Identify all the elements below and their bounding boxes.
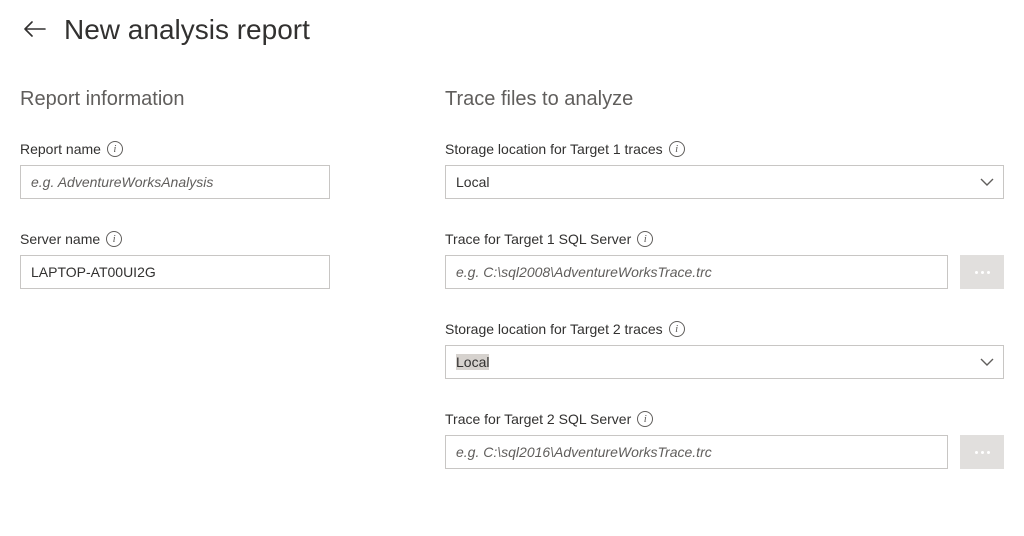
storage-target2-field: Storage location for Target 2 traces i L… <box>445 321 1004 379</box>
trace-files-section: Trace files to analyze Storage location … <box>445 88 1004 501</box>
storage-target2-label-row: Storage location for Target 2 traces i <box>445 321 1004 337</box>
storage-target2-select[interactable]: Local <box>445 345 1004 379</box>
info-icon[interactable]: i <box>107 141 123 157</box>
info-icon[interactable]: i <box>637 411 653 427</box>
section-heading-report-info: Report information <box>20 88 425 111</box>
ellipsis-icon <box>987 451 990 454</box>
trace-target2-label: Trace for Target 2 SQL Server <box>445 411 631 427</box>
server-name-field: Server name i <box>20 231 425 289</box>
ellipsis-icon <box>981 451 984 454</box>
report-name-label: Report name <box>20 141 101 157</box>
info-icon[interactable]: i <box>106 231 122 247</box>
ellipsis-icon <box>975 271 978 274</box>
trace-target2-label-row: Trace for Target 2 SQL Server i <box>445 411 1004 427</box>
trace-target1-label-row: Trace for Target 1 SQL Server i <box>445 231 1004 247</box>
ellipsis-icon <box>975 451 978 454</box>
server-name-label: Server name <box>20 231 100 247</box>
trace-target2-field: Trace for Target 2 SQL Server i <box>445 411 1004 469</box>
storage-target1-select[interactable]: Local <box>445 165 1004 199</box>
report-name-field: Report name i <box>20 141 425 199</box>
browse-button[interactable] <box>960 435 1004 469</box>
info-icon[interactable]: i <box>669 321 685 337</box>
info-icon[interactable]: i <box>669 141 685 157</box>
server-name-input[interactable] <box>20 255 330 289</box>
trace-target1-row <box>445 255 1004 289</box>
trace-target1-input[interactable] <box>445 255 948 289</box>
form-columns: Report information Report name i Server … <box>20 88 1004 501</box>
trace-target2-input[interactable] <box>445 435 948 469</box>
server-name-label-row: Server name i <box>20 231 425 247</box>
trace-target1-label: Trace for Target 1 SQL Server <box>445 231 631 247</box>
section-heading-trace-files: Trace files to analyze <box>445 88 1004 111</box>
storage-target2-label: Storage location for Target 2 traces <box>445 321 663 337</box>
storage-target1-value: Local <box>445 165 1004 199</box>
info-icon[interactable]: i <box>637 231 653 247</box>
back-arrow-icon[interactable] <box>20 17 50 43</box>
report-information-section: Report information Report name i Server … <box>20 88 445 501</box>
storage-target1-field: Storage location for Target 1 traces i L… <box>445 141 1004 199</box>
trace-target1-field: Trace for Target 1 SQL Server i <box>445 231 1004 289</box>
ellipsis-icon <box>981 271 984 274</box>
browse-button[interactable] <box>960 255 1004 289</box>
report-name-label-row: Report name i <box>20 141 425 157</box>
report-name-input[interactable] <box>20 165 330 199</box>
page-header: New analysis report <box>20 14 1004 46</box>
page-title: New analysis report <box>64 14 310 46</box>
ellipsis-icon <box>987 271 990 274</box>
storage-target1-label: Storage location for Target 1 traces <box>445 141 663 157</box>
trace-target2-row <box>445 435 1004 469</box>
storage-target2-value: Local <box>445 345 1004 379</box>
storage-target1-label-row: Storage location for Target 1 traces i <box>445 141 1004 157</box>
